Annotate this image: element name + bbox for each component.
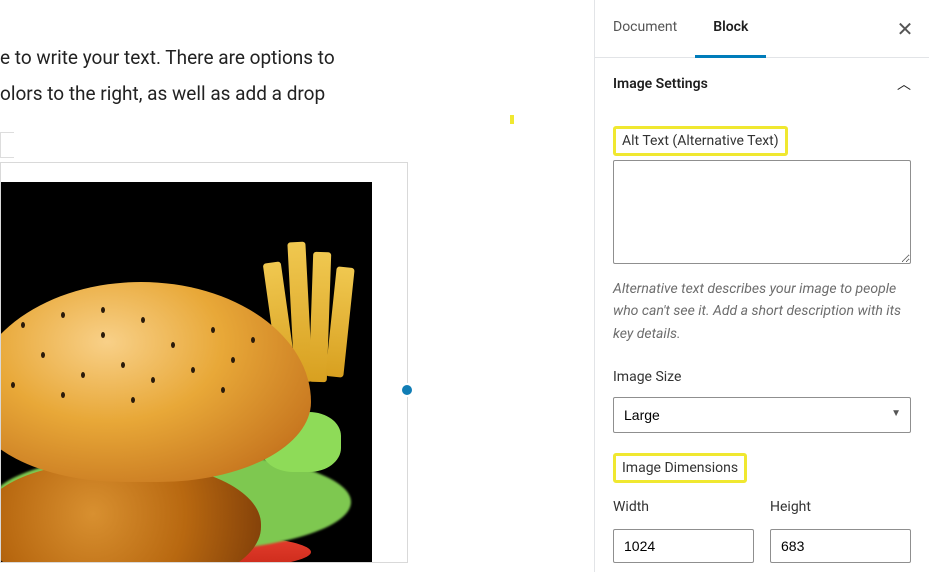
sidebar-tabs: Document Block ✕ [595,0,929,58]
chevron-up-icon: ︿ [897,74,911,94]
alt-text-help: Alternative text describes your image to… [613,278,911,345]
tab-block[interactable]: Block [695,0,766,58]
height-label: Height [770,499,811,515]
image-dimensions-label: Image Dimensions [622,460,738,476]
image-size-label: Image Size [613,369,681,385]
decorative-mark [510,115,514,124]
inserted-image[interactable] [1,182,372,562]
close-icon: ✕ [897,17,914,41]
image-settings-panel-header[interactable]: Image Settings ︿ [595,58,929,110]
alt-text-label-highlight: Alt Text (Alternative Text) [613,126,788,156]
image-resize-handle[interactable] [400,383,414,397]
alt-text-label: Alt Text (Alternative Text) [622,133,779,149]
width-input[interactable] [613,529,754,563]
block-toolbar-edge [0,132,14,158]
width-label: Width [613,499,649,515]
paragraph-text: e to write your text. There are options … [0,40,574,112]
dimensions-row: Width Height [613,499,911,563]
image-dimensions-label-highlight: Image Dimensions [613,453,747,483]
image-block[interactable] [0,162,408,563]
alt-text-input[interactable] [613,160,911,264]
tab-document[interactable]: Document [595,0,695,58]
panel-title: Image Settings [613,76,708,92]
height-input[interactable] [770,529,911,563]
close-sidebar-button[interactable]: ✕ [887,11,923,47]
settings-sidebar: Document Block ✕ Image Settings ︿ Alt Te… [594,0,929,572]
image-settings-panel: Alt Text (Alternative Text) Alternative … [595,110,929,579]
editor-canvas[interactable]: e to write your text. There are options … [0,0,594,572]
image-size-select[interactable]: Large [613,397,911,433]
